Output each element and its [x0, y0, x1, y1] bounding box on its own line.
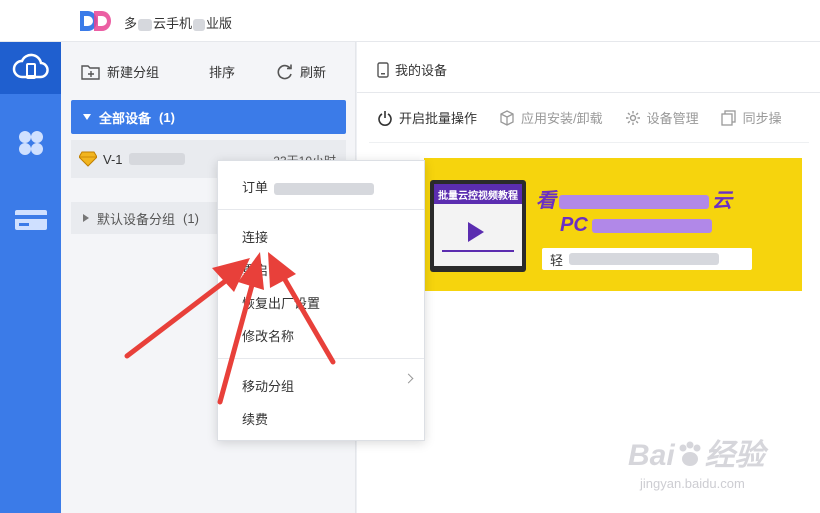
cloud-phone-icon	[12, 53, 49, 79]
box-icon	[500, 109, 514, 126]
card-icon	[14, 210, 47, 230]
context-menu: 订单 连接 重启 恢复出厂设置 修改名称 移动分组 续费	[217, 160, 425, 441]
folder-plus-icon	[81, 64, 100, 80]
menu-item-connect[interactable]: 连接	[242, 227, 268, 246]
menu-item-rename[interactable]: 修改名称	[242, 326, 294, 345]
menu-item-order[interactable]: 订单	[242, 177, 375, 196]
sort-button[interactable]: 排序	[209, 62, 235, 81]
caret-right-icon	[83, 214, 89, 222]
menu-separator	[218, 358, 424, 359]
clover-apps-icon	[18, 131, 43, 155]
sync-operation-button[interactable]: 同步操	[721, 108, 782, 127]
banner-subline: PC	[560, 214, 712, 237]
group-all-devices[interactable]: 全部设备 (1)	[71, 100, 346, 134]
refresh-icon	[277, 64, 292, 79]
play-icon	[468, 222, 484, 242]
divider	[369, 142, 809, 143]
menu-separator	[218, 209, 424, 210]
diamond-vip-icon	[79, 151, 97, 167]
watermark-url: jingyan.baidu.com	[640, 476, 745, 491]
batch-actions: 开启批量操作 应用安装/卸载 设备管理 同步操	[377, 108, 782, 127]
menu-item-renew[interactable]: 续费	[242, 409, 268, 428]
divider	[357, 92, 820, 93]
banner-headline: 看云	[536, 190, 732, 212]
refresh-button[interactable]: 刷新	[276, 62, 326, 81]
app-install-button[interactable]: 应用安装/卸载	[499, 108, 603, 127]
device-name: V-1	[103, 151, 123, 167]
batch-operation-button[interactable]: 开启批量操作	[377, 108, 477, 127]
chevron-right-icon	[403, 373, 414, 384]
new-group-button[interactable]: 新建分组	[81, 62, 159, 81]
tablet-icon	[377, 61, 389, 78]
menu-item-move-group[interactable]: 移动分组	[242, 376, 294, 395]
my-devices-title: 我的设备	[377, 60, 447, 79]
paw-icon	[679, 441, 701, 466]
menu-item-restart[interactable]: 重启	[242, 260, 268, 279]
copy-icon	[721, 109, 736, 126]
side-navigation	[0, 42, 61, 513]
laptop-illustration: 批量云控视频教程	[430, 180, 526, 272]
caret-down-icon	[83, 114, 91, 120]
banner-strip: 轻	[542, 248, 752, 270]
power-icon	[378, 110, 392, 126]
nav-apps[interactable]	[0, 117, 61, 169]
baidu-watermark: Bai 经验	[628, 439, 765, 472]
device-management-button[interactable]: 设备管理	[625, 108, 699, 127]
gear-icon	[625, 110, 640, 125]
title-bar: 多云手机 业版	[0, 0, 820, 42]
menu-item-factory-reset[interactable]: 恢复出厂设置	[242, 293, 320, 312]
app-logo-icon	[80, 11, 111, 31]
nav-billing[interactable]	[0, 194, 61, 246]
nav-cloud-phone[interactable]	[0, 42, 61, 94]
promo-banner[interactable]: 批量云控视频教程 看云 PC 轻	[424, 158, 802, 291]
app-title: 多云手机 业版	[124, 16, 233, 31]
